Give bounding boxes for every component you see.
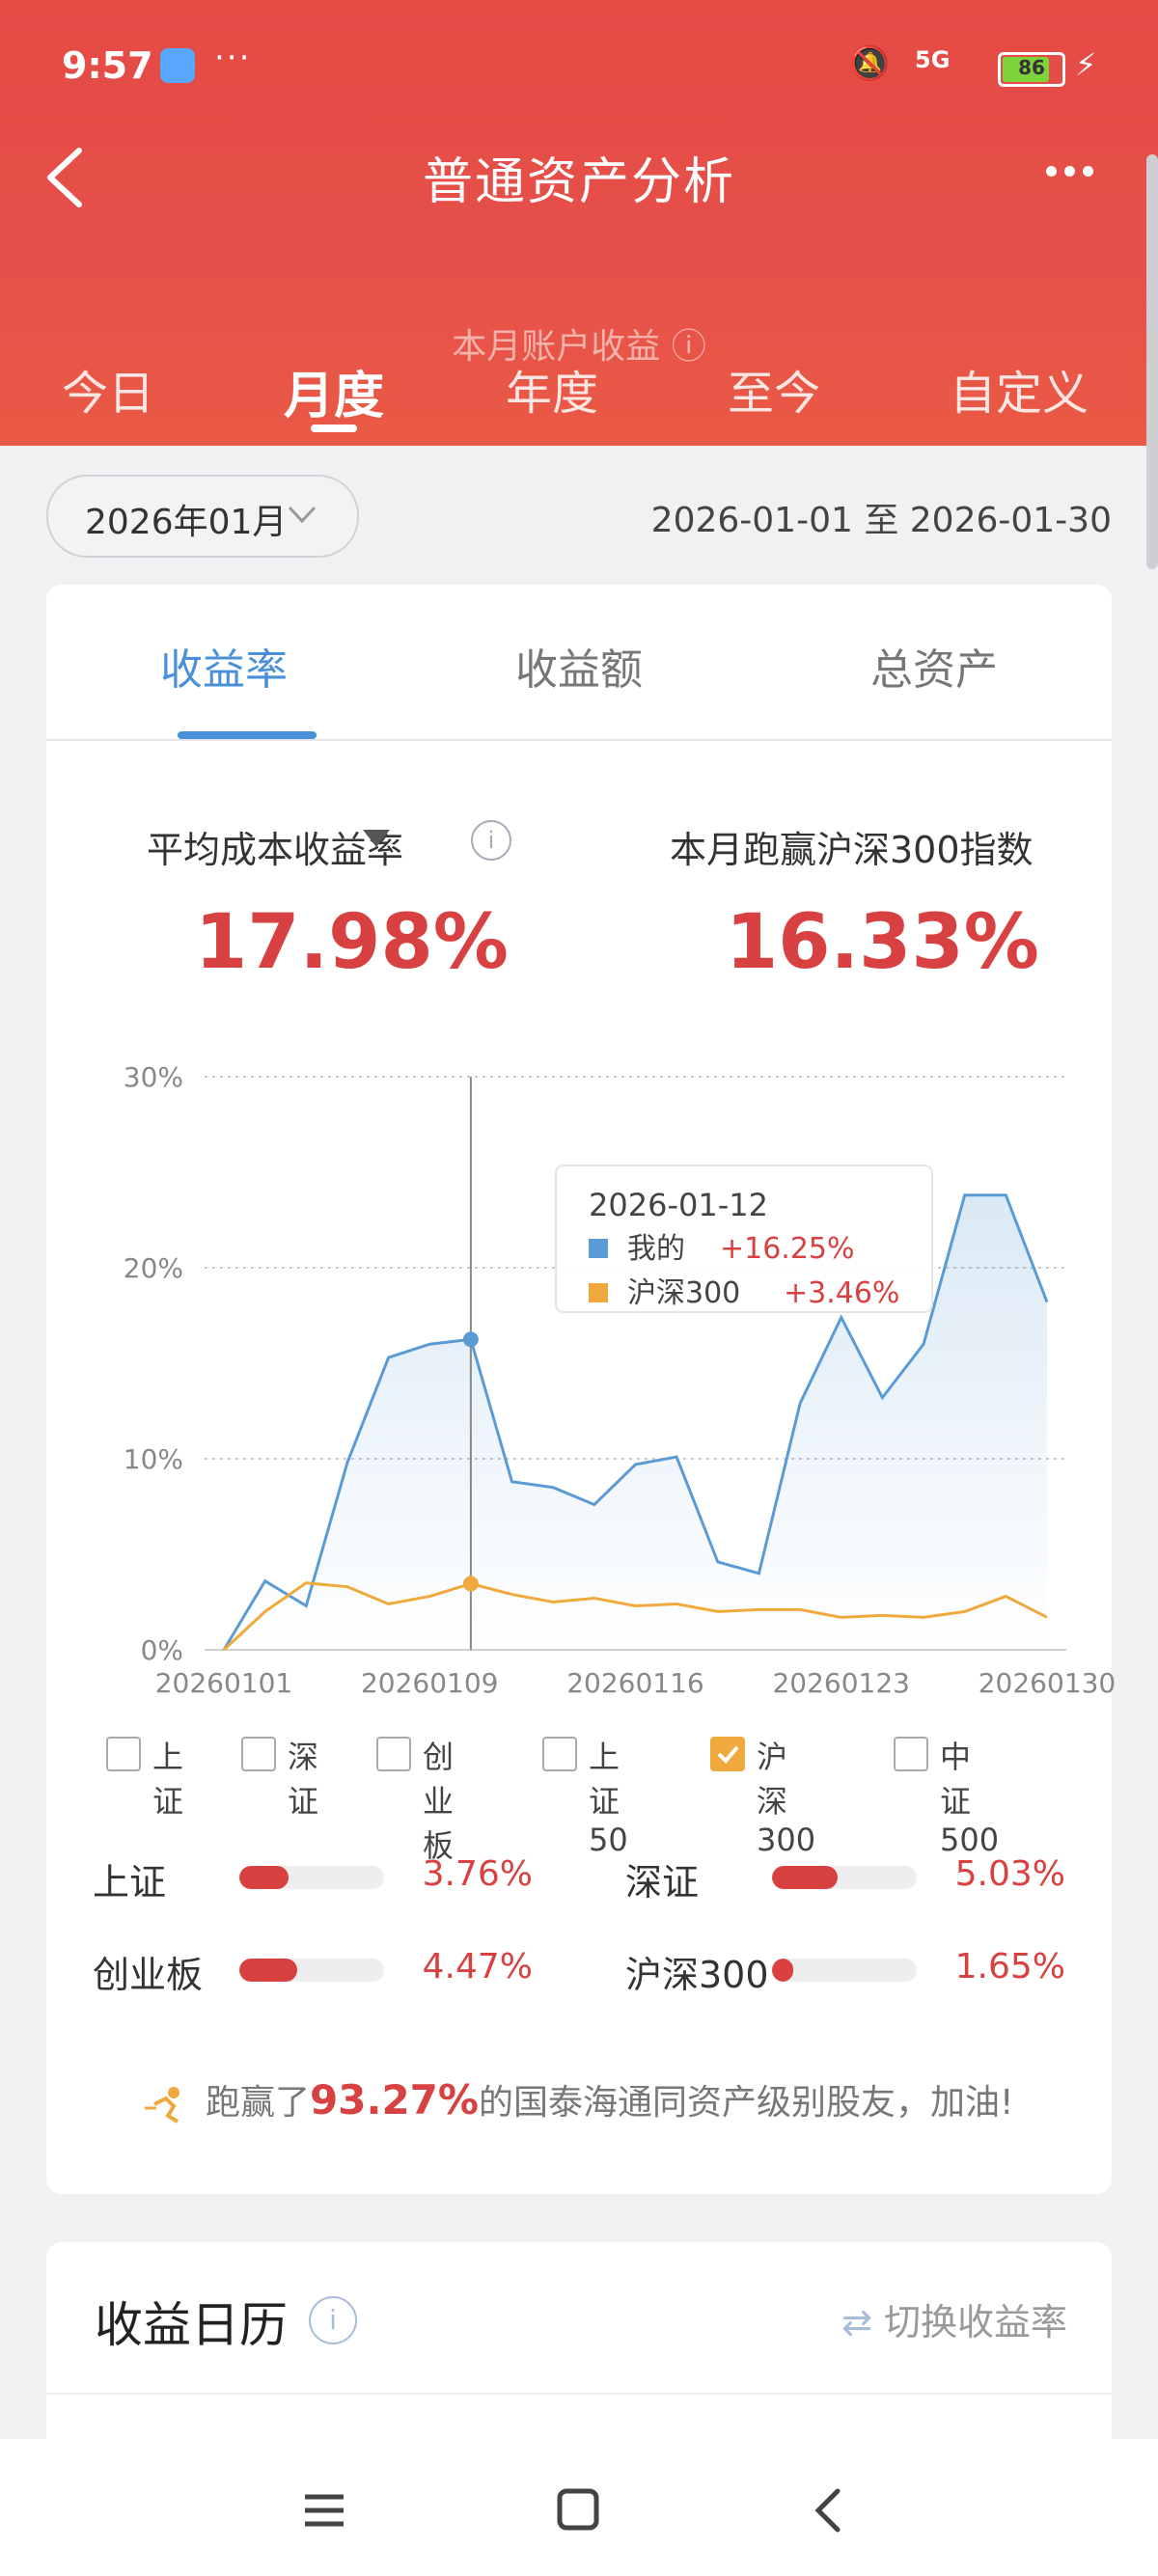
checkbox[interactable]: [894, 1737, 928, 1771]
switch-rate-button[interactable]: ⇄ 切换收益率: [841, 2292, 1067, 2345]
legend-label: 深证: [288, 1739, 319, 1820]
y-tick-label: 0%: [141, 1634, 183, 1666]
info-icon[interactable]: i: [471, 820, 511, 861]
checkbox[interactable]: [542, 1737, 577, 1771]
beat-message: 跑赢了93.27%的国泰海通同资产级别股友，加油!: [0, 2074, 1158, 2124]
beat-index-value: 16.33%: [726, 899, 1039, 986]
legend-label: 上证: [152, 1739, 184, 1820]
y-tick-label: 20%: [124, 1252, 183, 1284]
tooltip-hs300-value: +3.46%: [784, 1276, 899, 1310]
active-tab-indicator: [311, 425, 357, 432]
index-label: 创业板: [93, 1954, 204, 1996]
month-selector[interactable]: 2026年01月: [46, 475, 359, 558]
swap-icon: ⇄: [841, 2301, 872, 2343]
mute-icon: 🔕: [849, 44, 891, 83]
x-tick-label: 20260101: [155, 1667, 293, 1699]
avg-cost-return-value: 17.98%: [195, 899, 509, 986]
app-header: 9:57 ··· 🔕 5G 86 ⚡ 普通资产分析 本月账户收益 ⓘ 今日 月度…: [0, 0, 1158, 446]
signal-icon: 5G: [915, 46, 951, 73]
tab-monthly[interactable]: 月度: [284, 355, 384, 427]
index-label: 深证: [625, 1861, 700, 1904]
x-tick-label: 20260109: [361, 1667, 499, 1699]
date-range: 2026-01-01 至 2026-01-30: [650, 501, 1112, 540]
scrollbar[interactable]: [1146, 154, 1158, 569]
legend-label: 创业板: [423, 1739, 455, 1864]
chevron-down-icon: [288, 506, 317, 524]
battery-text: 86: [1018, 56, 1045, 79]
home-icon[interactable]: [548, 2481, 606, 2539]
page-title: 普通资产分析: [422, 153, 735, 211]
index-value: 5.03%: [954, 1854, 1065, 1894]
index-value: 4.47%: [422, 1947, 533, 1987]
x-tick-label: 20260123: [772, 1667, 910, 1699]
metric-tabs: 收益率 收益额 总资产: [46, 585, 1112, 741]
x-tick-label: 20260116: [566, 1667, 704, 1699]
index-label: 上证: [93, 1861, 167, 1904]
beat-prefix: 跑赢了: [206, 2083, 311, 2123]
metric-tab-indicator: [178, 731, 317, 739]
tooltip-swatch-my: [589, 1239, 608, 1258]
x-tick-label: 20260130: [979, 1667, 1117, 1699]
beat-percent: 93.27%: [310, 2076, 479, 2124]
checkbox[interactable]: [106, 1737, 141, 1771]
checkbox[interactable]: [376, 1737, 411, 1771]
index-bar-fill: [239, 1959, 298, 1982]
more-options-button[interactable]: [1046, 162, 1114, 191]
tab-custom[interactable]: 自定义: [950, 355, 1089, 423]
caret-down-icon[interactable]: [363, 830, 390, 847]
index-value: 1.65%: [954, 1947, 1065, 1987]
app-notification-icon: [160, 48, 195, 83]
period-tabs: 今日 月度 年度 至今 自定义: [0, 345, 1158, 446]
beat-index-label: 本月跑赢沪深300指数: [670, 829, 1034, 871]
legend-label: 沪深300: [757, 1739, 816, 1858]
tooltip-swatch-hs300: [589, 1283, 608, 1302]
tab-return-rate[interactable]: 收益率: [160, 635, 288, 697]
index-bar: [772, 1959, 917, 1982]
back-nav-icon[interactable]: [801, 2481, 859, 2539]
y-tick-label: 30%: [124, 1061, 183, 1093]
index-bar: [239, 1959, 384, 1982]
switch-rate-label: 切换收益率: [883, 2301, 1067, 2343]
tab-to-date[interactable]: 至今: [728, 355, 820, 423]
month-value: 2026年01月: [85, 503, 288, 542]
index-label: 沪深300: [625, 1954, 769, 1996]
running-icon: [144, 2087, 179, 2124]
status-more-icon: ···: [214, 39, 252, 77]
tooltip-date: 2026-01-12: [589, 1187, 768, 1223]
divider: [46, 2393, 1112, 2395]
tooltip-hs300-label: 沪深300: [627, 1276, 740, 1310]
index-value: 3.76%: [422, 1854, 533, 1894]
y-tick-label: 10%: [124, 1443, 183, 1475]
tab-yearly[interactable]: 年度: [506, 355, 598, 423]
tab-today[interactable]: 今日: [62, 355, 154, 423]
status-time: 9:57: [62, 44, 153, 87]
checkbox[interactable]: [241, 1737, 276, 1771]
tab-return-amount[interactable]: 收益额: [515, 635, 643, 697]
menu-icon[interactable]: [295, 2481, 353, 2539]
index-bar: [772, 1866, 917, 1889]
index-bar-fill: [239, 1866, 289, 1889]
index-bar-fill: [772, 1959, 794, 1982]
legend-label: 上证50: [589, 1739, 628, 1858]
return-chart[interactable]: 30% 20% 10% 0%20260101 20260109 20260116 20260…: [0, 1042, 1158, 1717]
checkbox-checked[interactable]: [710, 1737, 745, 1771]
marker-hs300: [462, 1576, 479, 1592]
index-bar-fill: [772, 1866, 838, 1889]
beat-suffix: 的国泰海通同资产级别股友，加油!: [478, 2083, 1014, 2123]
marker-my: [462, 1331, 479, 1348]
charging-icon: ⚡: [1075, 46, 1097, 83]
system-nav-bar: [0, 2439, 1158, 2576]
battery-icon: 86: [998, 52, 1065, 87]
tooltip-my-value: +16.25%: [720, 1232, 855, 1266]
calendar-info-icon[interactable]: i: [309, 2296, 357, 2344]
calendar-title: 收益日历: [95, 2297, 288, 2353]
tooltip-my-label: 我的: [627, 1232, 685, 1266]
index-bar: [239, 1866, 384, 1889]
legend-label: 中证500: [940, 1739, 1000, 1858]
tab-total-assets[interactable]: 总资产: [870, 635, 998, 697]
